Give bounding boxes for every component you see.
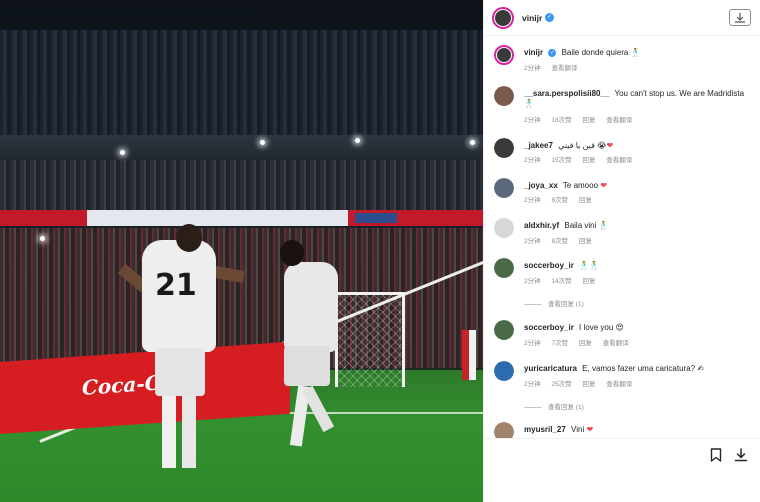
- see-translation-link[interactable]: 查看翻译: [551, 65, 577, 72]
- comment-likes[interactable]: 8次赞: [551, 197, 568, 204]
- stadium-light: [470, 140, 475, 145]
- player-jersey: [284, 262, 338, 352]
- led-advert-band: [0, 210, 483, 226]
- comment-time: 2分钟: [524, 157, 541, 164]
- view-replies-label: 查看回复 (1): [548, 404, 584, 411]
- commenter-avatar[interactable]: [494, 361, 514, 381]
- download-button[interactable]: [729, 9, 751, 26]
- reply-button[interactable]: 回复: [582, 278, 595, 285]
- caption-time: 2分钟: [524, 65, 541, 72]
- view-replies-button[interactable]: 查看回复 (1): [524, 401, 584, 411]
- comment-time: 2分钟: [524, 197, 541, 204]
- reply-button[interactable]: 回复: [579, 197, 592, 204]
- comment-time: 2分钟: [524, 381, 541, 388]
- comment-time: 2分钟: [524, 117, 541, 124]
- comment-likes[interactable]: 8次赞: [551, 238, 568, 245]
- stadium-upper-stand: [0, 30, 483, 140]
- view-replies-label: 查看回复 (1): [548, 301, 584, 308]
- player-leg: [162, 396, 176, 468]
- commenter-avatar[interactable]: [494, 218, 514, 238]
- comment-text: فين يا فيني: [558, 141, 595, 150]
- post-image[interactable]: Coca-Cola 21: [0, 0, 483, 502]
- comment-text: I love you: [579, 323, 614, 332]
- player-shorts: [284, 346, 330, 386]
- see-translation-link[interactable]: 查看翻译: [606, 381, 632, 388]
- comment-text: Baila vini 🕺: [564, 221, 609, 230]
- player-head: [176, 224, 202, 252]
- author-avatar[interactable]: [494, 45, 514, 65]
- comment-username[interactable]: myusril_27: [524, 425, 566, 434]
- verified-badge-icon: ✓: [545, 13, 554, 22]
- caption-text: Baile donde quiera: [561, 48, 629, 57]
- opponent-player: [462, 330, 476, 380]
- commenter-avatar[interactable]: [494, 320, 514, 340]
- reply-button[interactable]: 回复: [582, 381, 595, 388]
- comment-text: E, vamos fazer uma caricatura?: [582, 364, 696, 373]
- comment-likes[interactable]: 25次赞: [551, 381, 571, 388]
- post-header: vinijr ✓: [484, 0, 760, 36]
- author-username[interactable]: vinijr: [522, 13, 542, 23]
- comment-username[interactable]: __sara.perspolisii80__: [524, 89, 609, 98]
- comment-likes[interactable]: 18次赞: [551, 117, 571, 124]
- author-avatar[interactable]: [492, 7, 514, 29]
- player-leg: [182, 396, 196, 468]
- bookmark-icon[interactable]: [708, 447, 724, 463]
- heart-icon: ❤: [586, 425, 594, 434]
- commenter-avatar[interactable]: [494, 86, 514, 106]
- dancer-emoji-icon: 🕺: [630, 48, 641, 57]
- see-translation-link[interactable]: 查看翻译: [606, 157, 632, 164]
- commenter-avatar[interactable]: [494, 178, 514, 198]
- see-translation-link[interactable]: 查看翻译: [603, 340, 629, 347]
- caption-username[interactable]: vinijr: [524, 48, 543, 57]
- comment-username[interactable]: soccerboy_ir: [524, 261, 574, 270]
- comment-likes[interactable]: 14次赞: [551, 278, 571, 285]
- commenter-avatar[interactable]: [494, 138, 514, 158]
- commenter-avatar[interactable]: [494, 258, 514, 278]
- player-shorts: [155, 348, 205, 396]
- post-side-panel: vinijr ✓ vinijr ✓ Baile donde quiera 🕺 2…: [483, 0, 760, 502]
- see-translation-link[interactable]: 查看翻译: [606, 117, 632, 124]
- comment-username[interactable]: soccerboy_ir: [524, 323, 574, 332]
- stadium-light: [40, 236, 45, 241]
- comment-time: 2分钟: [524, 238, 541, 245]
- jersey-number: 21: [155, 268, 197, 303]
- stadium-light: [355, 138, 360, 143]
- comment-text: Te amooo: [562, 181, 599, 190]
- stadium-light: [120, 150, 125, 155]
- download-icon[interactable]: [733, 447, 749, 463]
- comment-time: 2分钟: [524, 340, 541, 347]
- view-replies-button[interactable]: 查看回复 (1): [524, 298, 584, 308]
- emoji-icon: 😭❤: [597, 141, 614, 150]
- comment-likes[interactable]: 15次赞: [551, 157, 571, 164]
- comment-text: 🕺🕺: [579, 261, 599, 270]
- comment-time: 2分钟: [524, 278, 541, 285]
- comment-username[interactable]: _jakee7: [524, 141, 553, 150]
- comment-text: Vini: [571, 425, 585, 434]
- comment-username[interactable]: aldxhir.yf: [524, 221, 559, 230]
- reply-button[interactable]: 回复: [579, 340, 592, 347]
- comment-likes[interactable]: 7次赞: [551, 340, 568, 347]
- reply-button[interactable]: 回复: [582, 157, 595, 164]
- heart-icon: ❤: [600, 181, 607, 190]
- emoji-icon: 😍: [615, 323, 624, 332]
- stadium-roof-band: [0, 135, 483, 161]
- post-actions-bar: [484, 438, 760, 502]
- comment-username[interactable]: yuricaricatura: [524, 364, 577, 373]
- emoji-icon: ✍: [697, 364, 705, 373]
- reply-button[interactable]: 回复: [579, 238, 592, 245]
- comment-username[interactable]: _joya_xx: [524, 181, 558, 190]
- verified-badge-icon: ✓: [548, 48, 557, 57]
- stadium-light: [260, 140, 265, 145]
- comment-emoji: 🕺: [524, 99, 534, 108]
- reply-button[interactable]: 回复: [582, 117, 595, 124]
- download-icon: [735, 13, 745, 23]
- goal-net: [335, 292, 405, 387]
- player-head: [280, 240, 304, 266]
- avatar-fill: [494, 86, 514, 106]
- comment-text: You can't stop us. We are Madridista: [614, 89, 745, 98]
